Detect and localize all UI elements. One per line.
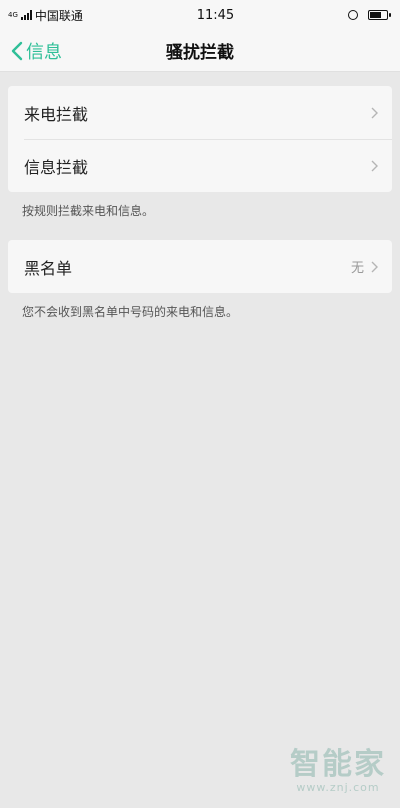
blacklist-label: 黑名单 [24, 258, 73, 278]
status-left: 4G 中国联通 [8, 7, 83, 24]
blacklist-group: 黑名单 无 [8, 240, 392, 293]
message-intercept-item[interactable]: 信息拦截 [8, 139, 392, 192]
intercept-note: 按规则拦截来电和信息。 [22, 204, 155, 218]
call-intercept-label: 来电拦截 [24, 104, 89, 124]
status-right [348, 10, 391, 20]
status-bar: 4G 中国联通 11:45 [0, 0, 400, 30]
battery-icon [368, 10, 391, 20]
blacklist-note: 您不会收到黑名单中号码的来电和信息。 [22, 305, 239, 319]
carrier-name: 中国联通 [34, 8, 83, 23]
intercept-settings-group: 来电拦截 信息拦截 [8, 86, 392, 192]
back-button[interactable]: 信息 [10, 30, 62, 72]
blacklist-item[interactable]: 黑名单 无 [8, 240, 392, 293]
watermark-logo: 智能家 [290, 747, 386, 782]
chevron-right-icon [371, 160, 378, 171]
network-type: 4G [8, 11, 18, 19]
signal-icon [20, 10, 32, 20]
status-time: 11:45 [196, 7, 235, 23]
watermark: 智能家 www.znj.com [290, 739, 386, 794]
message-intercept-label: 信息拦截 [24, 157, 89, 177]
alarm-icon [348, 10, 358, 20]
call-intercept-item[interactable]: 来电拦截 [8, 86, 392, 139]
blacklist-value: 无 [350, 261, 364, 276]
nav-bar: 信息 骚扰拦截 [0, 30, 400, 72]
back-label: 信息 [26, 42, 62, 63]
chevron-right-icon [371, 261, 378, 272]
chevron-left-icon [11, 41, 23, 61]
page-title: 骚扰拦截 [166, 43, 234, 63]
watermark-url: www.znj.com [296, 781, 380, 794]
chevron-right-icon [371, 107, 378, 118]
